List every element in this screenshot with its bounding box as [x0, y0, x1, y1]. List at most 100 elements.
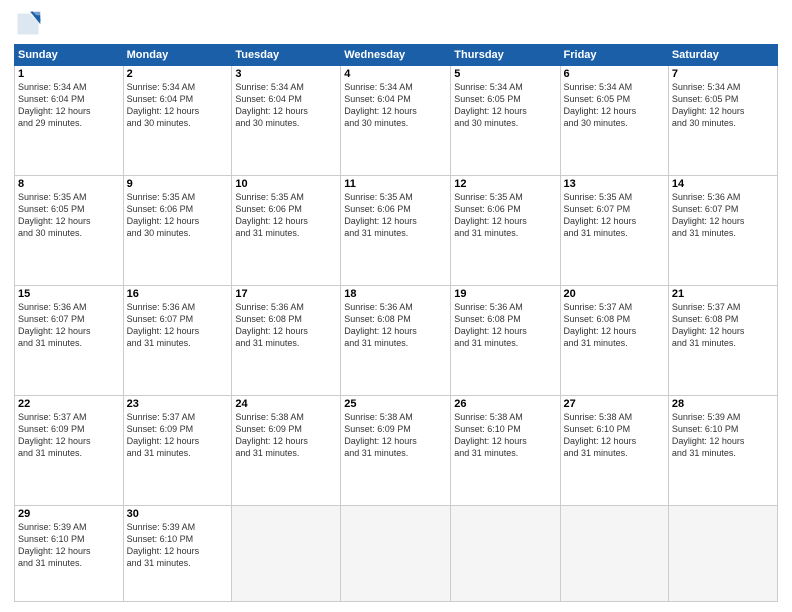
day-cell-25: 25Sunrise: 5:38 AMSunset: 6:09 PMDayligh…	[341, 395, 451, 505]
day-info: Sunrise: 5:34 AMSunset: 6:05 PMDaylight:…	[454, 81, 556, 130]
day-cell-1: 1Sunrise: 5:34 AMSunset: 6:04 PMDaylight…	[15, 66, 124, 176]
day-number: 13	[564, 178, 665, 190]
day-number: 23	[127, 398, 229, 410]
day-info: Sunrise: 5:37 AMSunset: 6:08 PMDaylight:…	[564, 301, 665, 350]
day-number: 12	[454, 178, 556, 190]
day-info: Sunrise: 5:37 AMSunset: 6:09 PMDaylight:…	[127, 411, 229, 460]
day-info: Sunrise: 5:36 AMSunset: 6:07 PMDaylight:…	[18, 301, 120, 350]
day-info: Sunrise: 5:36 AMSunset: 6:08 PMDaylight:…	[344, 301, 447, 350]
day-info: Sunrise: 5:35 AMSunset: 6:06 PMDaylight:…	[127, 191, 229, 240]
day-number: 9	[127, 178, 229, 190]
day-cell-20: 20Sunrise: 5:37 AMSunset: 6:08 PMDayligh…	[560, 285, 668, 395]
day-cell-29: 29Sunrise: 5:39 AMSunset: 6:10 PMDayligh…	[15, 505, 124, 601]
day-number: 7	[672, 68, 774, 80]
day-number: 5	[454, 68, 556, 80]
day-number: 28	[672, 398, 774, 410]
day-cell-23: 23Sunrise: 5:37 AMSunset: 6:09 PMDayligh…	[123, 395, 232, 505]
day-cell-24: 24Sunrise: 5:38 AMSunset: 6:09 PMDayligh…	[232, 395, 341, 505]
day-cell-18: 18Sunrise: 5:36 AMSunset: 6:08 PMDayligh…	[341, 285, 451, 395]
day-number: 26	[454, 398, 556, 410]
day-info: Sunrise: 5:36 AMSunset: 6:08 PMDaylight:…	[454, 301, 556, 350]
day-number: 6	[564, 68, 665, 80]
day-cell-2: 2Sunrise: 5:34 AMSunset: 6:04 PMDaylight…	[123, 66, 232, 176]
day-info: Sunrise: 5:34 AMSunset: 6:05 PMDaylight:…	[564, 81, 665, 130]
week-row-4: 22Sunrise: 5:37 AMSunset: 6:09 PMDayligh…	[15, 395, 778, 505]
weekday-header-saturday: Saturday	[668, 45, 777, 66]
day-info: Sunrise: 5:37 AMSunset: 6:09 PMDaylight:…	[18, 411, 120, 460]
day-info: Sunrise: 5:35 AMSunset: 6:06 PMDaylight:…	[454, 191, 556, 240]
day-number: 15	[18, 288, 120, 300]
weekday-header-thursday: Thursday	[451, 45, 560, 66]
empty-cell	[232, 505, 341, 601]
day-number: 18	[344, 288, 447, 300]
day-cell-27: 27Sunrise: 5:38 AMSunset: 6:10 PMDayligh…	[560, 395, 668, 505]
weekday-header-row: SundayMondayTuesdayWednesdayThursdayFrid…	[15, 45, 778, 66]
weekday-header-wednesday: Wednesday	[341, 45, 451, 66]
calendar-table: SundayMondayTuesdayWednesdayThursdayFrid…	[14, 44, 778, 602]
day-number: 25	[344, 398, 447, 410]
weekday-header-tuesday: Tuesday	[232, 45, 341, 66]
empty-cell	[341, 505, 451, 601]
page: SundayMondayTuesdayWednesdayThursdayFrid…	[0, 0, 792, 612]
empty-cell	[451, 505, 560, 601]
day-cell-8: 8Sunrise: 5:35 AMSunset: 6:05 PMDaylight…	[15, 175, 124, 285]
day-cell-6: 6Sunrise: 5:34 AMSunset: 6:05 PMDaylight…	[560, 66, 668, 176]
day-number: 2	[127, 68, 229, 80]
day-info: Sunrise: 5:39 AMSunset: 6:10 PMDaylight:…	[18, 521, 120, 570]
day-info: Sunrise: 5:35 AMSunset: 6:06 PMDaylight:…	[344, 191, 447, 240]
day-cell-30: 30Sunrise: 5:39 AMSunset: 6:10 PMDayligh…	[123, 505, 232, 601]
day-number: 22	[18, 398, 120, 410]
day-info: Sunrise: 5:35 AMSunset: 6:07 PMDaylight:…	[564, 191, 665, 240]
day-cell-10: 10Sunrise: 5:35 AMSunset: 6:06 PMDayligh…	[232, 175, 341, 285]
day-number: 10	[235, 178, 337, 190]
day-cell-28: 28Sunrise: 5:39 AMSunset: 6:10 PMDayligh…	[668, 395, 777, 505]
day-cell-26: 26Sunrise: 5:38 AMSunset: 6:10 PMDayligh…	[451, 395, 560, 505]
day-cell-7: 7Sunrise: 5:34 AMSunset: 6:05 PMDaylight…	[668, 66, 777, 176]
day-info: Sunrise: 5:35 AMSunset: 6:06 PMDaylight:…	[235, 191, 337, 240]
day-cell-21: 21Sunrise: 5:37 AMSunset: 6:08 PMDayligh…	[668, 285, 777, 395]
day-info: Sunrise: 5:38 AMSunset: 6:09 PMDaylight:…	[235, 411, 337, 460]
weekday-header-friday: Friday	[560, 45, 668, 66]
logo-icon	[14, 10, 42, 38]
day-info: Sunrise: 5:38 AMSunset: 6:09 PMDaylight:…	[344, 411, 447, 460]
day-cell-13: 13Sunrise: 5:35 AMSunset: 6:07 PMDayligh…	[560, 175, 668, 285]
weekday-header-monday: Monday	[123, 45, 232, 66]
day-info: Sunrise: 5:39 AMSunset: 6:10 PMDaylight:…	[672, 411, 774, 460]
week-row-2: 8Sunrise: 5:35 AMSunset: 6:05 PMDaylight…	[15, 175, 778, 285]
day-info: Sunrise: 5:36 AMSunset: 6:07 PMDaylight:…	[672, 191, 774, 240]
logo	[14, 10, 46, 38]
day-info: Sunrise: 5:36 AMSunset: 6:07 PMDaylight:…	[127, 301, 229, 350]
day-info: Sunrise: 5:38 AMSunset: 6:10 PMDaylight:…	[564, 411, 665, 460]
day-number: 27	[564, 398, 665, 410]
day-number: 1	[18, 68, 120, 80]
day-cell-5: 5Sunrise: 5:34 AMSunset: 6:05 PMDaylight…	[451, 66, 560, 176]
day-info: Sunrise: 5:39 AMSunset: 6:10 PMDaylight:…	[127, 521, 229, 570]
day-cell-22: 22Sunrise: 5:37 AMSunset: 6:09 PMDayligh…	[15, 395, 124, 505]
day-info: Sunrise: 5:37 AMSunset: 6:08 PMDaylight:…	[672, 301, 774, 350]
week-row-3: 15Sunrise: 5:36 AMSunset: 6:07 PMDayligh…	[15, 285, 778, 395]
day-cell-4: 4Sunrise: 5:34 AMSunset: 6:04 PMDaylight…	[341, 66, 451, 176]
week-row-1: 1 Sunrise: 5:34 AMSunset: 6:04 PMDaylight…	[15, 66, 778, 176]
day-number: 20	[564, 288, 665, 300]
empty-cell	[560, 505, 668, 601]
header	[14, 10, 778, 38]
day-number: 8	[18, 178, 120, 190]
day-number: 29	[18, 508, 120, 520]
weekday-header-sunday: Sunday	[15, 45, 124, 66]
day-number: 3	[235, 68, 337, 80]
empty-cell	[668, 505, 777, 601]
day-cell-14: 14Sunrise: 5:36 AMSunset: 6:07 PMDayligh…	[668, 175, 777, 285]
day-number: 21	[672, 288, 774, 300]
day-cell-12: 12Sunrise: 5:35 AMSunset: 6:06 PMDayligh…	[451, 175, 560, 285]
day-info: Sunrise: 5:34 AMSunset: 6:04 PMDaylight:…	[235, 81, 337, 130]
day-info: Sunrise: 5:38 AMSunset: 6:10 PMDaylight:…	[454, 411, 556, 460]
day-cell-9: 9Sunrise: 5:35 AMSunset: 6:06 PMDaylight…	[123, 175, 232, 285]
day-number: 17	[235, 288, 337, 300]
day-number: 11	[344, 178, 447, 190]
day-cell-11: 11Sunrise: 5:35 AMSunset: 6:06 PMDayligh…	[341, 175, 451, 285]
day-info: Sunrise: 5:36 AMSunset: 6:08 PMDaylight:…	[235, 301, 337, 350]
day-cell-15: 15Sunrise: 5:36 AMSunset: 6:07 PMDayligh…	[15, 285, 124, 395]
day-number: 4	[344, 68, 447, 80]
day-cell-16: 16Sunrise: 5:36 AMSunset: 6:07 PMDayligh…	[123, 285, 232, 395]
day-cell-17: 17Sunrise: 5:36 AMSunset: 6:08 PMDayligh…	[232, 285, 341, 395]
